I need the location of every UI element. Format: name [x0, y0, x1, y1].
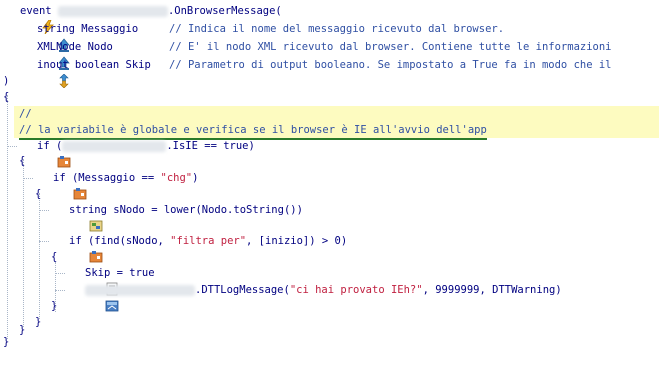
blurred-object-name [57, 5, 168, 17]
brace: { [19, 155, 26, 167]
string-literal: "chg" [160, 172, 193, 184]
method-name: .OnBrowserMessage( [167, 5, 282, 17]
if-block-icon [35, 171, 87, 200]
if-condition-rest: , [inizio]) > 0) [246, 235, 348, 247]
code-editor[interactable]: event .OnBrowserMessage( string Messaggi… [0, 0, 659, 351]
code-line-if: if (Messaggio == "chg") [0, 170, 659, 200]
param-in-icon [19, 22, 70, 52]
code-line-declaration: string sNodo = lower(Nodo.toString()) [0, 202, 659, 232]
open-brace: { [3, 91, 10, 103]
blurred-object-name [62, 140, 167, 152]
if-condition-close: ) [192, 172, 199, 184]
brace: { [35, 188, 42, 200]
code-line-param: inout boolean Skip // Parametro di outpu… [0, 57, 659, 89]
param-comment: // Indica il nome del messaggio ricevuto… [169, 23, 505, 35]
brace: } [51, 300, 58, 312]
param-in-icon [19, 40, 70, 70]
lightning-icon [3, 4, 54, 35]
string-literal: "filtra per" [170, 235, 247, 247]
brace: } [3, 336, 10, 348]
code-line-if: if (.IsIE == true) [0, 138, 659, 168]
comment-text: // [19, 108, 32, 120]
param-declaration: string Messaggio [37, 23, 139, 35]
if-block-icon [51, 234, 103, 263]
code-line-if: if (find(sNodo, "filtra per", [inizio]) … [0, 233, 659, 263]
assignment: Skip = true [85, 267, 155, 279]
code-line-comment: // [0, 106, 32, 122]
if-keyword: if [37, 140, 50, 152]
code-line-open-brace: { [0, 89, 25, 105]
is-ie-property: .IsIE [166, 140, 198, 152]
indent-guide-tick [55, 290, 65, 291]
indent-guide-tick [39, 241, 49, 242]
method-call: .DTTLogMessage( [195, 284, 290, 296]
if-condition-rest: == true) [197, 140, 255, 152]
type-keyword: string [69, 204, 107, 216]
param-declaration: XMLNode Nodo [37, 41, 113, 53]
if-keyword: if [53, 172, 66, 184]
param-inout-icon [19, 58, 69, 89]
code-line-param: string Messaggio // Indica il nome del m… [0, 21, 659, 52]
param-declaration: inout boolean Skip [37, 59, 151, 71]
brace: { [51, 251, 58, 263]
if-condition: (Messaggio == [71, 172, 161, 184]
event-keyword: event [20, 5, 52, 17]
variable-declaration-icon [51, 203, 103, 232]
code-line-comment: // la variabile è globale e verifica se … [0, 122, 487, 140]
param-comment: // E' il nodo XML ricevuto dal browser. … [169, 41, 612, 53]
brace: } [35, 316, 42, 328]
string-literal: "ci hai provato IEh?" [289, 284, 423, 296]
code-line-signature: event .OnBrowserMessage( [0, 3, 659, 35]
indent-guide-tick [23, 178, 33, 179]
code-line-brace: { [0, 153, 25, 169]
code-line-close-paren: ) [0, 73, 25, 89]
indent-guide-tick [7, 146, 17, 147]
code-line-brace: } [0, 298, 57, 314]
code-line-brace: { [0, 186, 41, 202]
assignment-icon [67, 266, 118, 296]
code-line-call: .DTTLogMessage("ci hai provato IEh?", 99… [0, 282, 659, 312]
indent-guide-tick [55, 273, 65, 274]
code-line-brace: } [0, 334, 25, 350]
if-condition: (find(sNodo, [87, 235, 171, 247]
code-line-assign: Skip = true [0, 265, 659, 296]
method-call-icon [67, 283, 119, 312]
close-paren: ) [3, 75, 10, 87]
if-block-icon [19, 139, 71, 168]
call-args: , 9999999, DTTWarning) [422, 284, 562, 296]
param-comment: // Parametro di output booleano. Se impo… [169, 59, 612, 71]
indent-guide-tick [39, 210, 49, 211]
declaration-rest: sNodo = lower(Nodo.toString()) [106, 204, 303, 216]
blurred-object-name [85, 284, 195, 296]
code-line-param: XMLNode Nodo // E' il nodo XML ricevuto … [0, 39, 659, 70]
code-line-brace: { [0, 249, 57, 265]
if-keyword: if [69, 235, 82, 247]
